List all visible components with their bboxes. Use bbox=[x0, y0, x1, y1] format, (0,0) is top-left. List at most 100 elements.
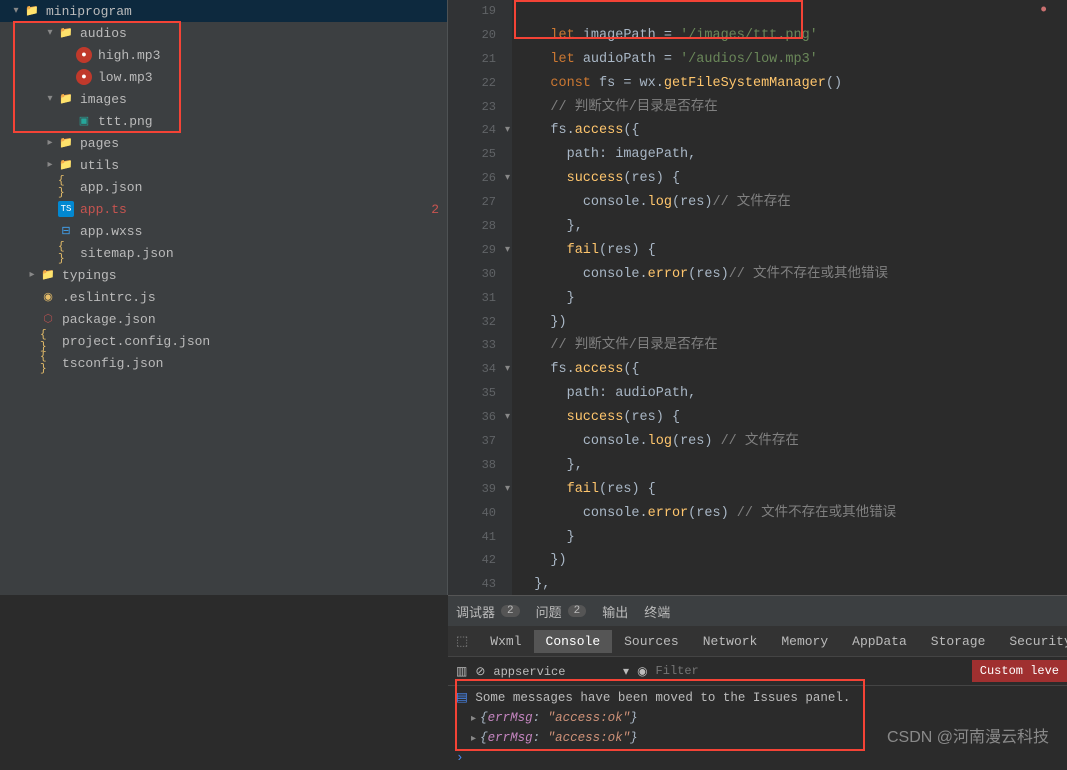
code-line[interactable]: fail(res) { bbox=[518, 478, 1067, 502]
tab-terminal[interactable]: 终端 bbox=[644, 602, 670, 621]
file-explorer[interactable]: ▾ 📁 miniprogram • ▾📁audios●high.mp3●low.… bbox=[0, 0, 448, 595]
tree-item[interactable]: ▸📁pages bbox=[0, 132, 447, 154]
tree-item[interactable]: ⬡package.json bbox=[0, 308, 447, 330]
tree-item[interactable]: ●high.mp3 bbox=[0, 44, 447, 66]
tree-item[interactable]: { } project.config.json bbox=[0, 330, 447, 352]
panel-tabbar[interactable]: 调试器2 问题2 输出 终端 bbox=[448, 596, 1067, 626]
clear-console-icon[interactable]: ⊘ bbox=[475, 664, 485, 679]
element-picker-icon[interactable]: ⬚ bbox=[456, 634, 468, 649]
folder-img-icon: 📁 bbox=[58, 91, 74, 107]
console-toolbar[interactable]: ▥ ⊘ appservice ▾ ◉ Custom leve bbox=[448, 656, 1067, 686]
img-icon: ▣ bbox=[76, 113, 92, 129]
code-line[interactable]: fail(res) { bbox=[518, 239, 1067, 263]
tree-item[interactable]: ▣ttt.png bbox=[0, 110, 447, 132]
json-icon: { } bbox=[58, 245, 74, 261]
tree-item[interactable]: ▸📁typings bbox=[0, 264, 447, 286]
tree-label: pages bbox=[80, 136, 119, 151]
code-line[interactable]: }, bbox=[518, 215, 1067, 239]
tree-item[interactable]: ⊟app.wxss bbox=[0, 220, 447, 242]
tree-label: app.ts bbox=[80, 202, 127, 217]
tab-output[interactable]: 输出 bbox=[602, 602, 628, 621]
expand-icon[interactable]: ▸ bbox=[471, 734, 476, 745]
code-line[interactable]: // 判断文件/目录是否存在 bbox=[518, 334, 1067, 358]
tree-label: miniprogram bbox=[46, 4, 132, 19]
code-line[interactable]: } bbox=[518, 526, 1067, 550]
code-line[interactable]: let audioPath = '/audios/low.mp3' bbox=[518, 48, 1067, 72]
ts-icon: TS bbox=[58, 201, 74, 217]
code-line[interactable] bbox=[518, 0, 1067, 24]
devtab-console[interactable]: Console bbox=[534, 630, 613, 653]
tree-label: tsconfig.json bbox=[62, 356, 163, 371]
mp3-icon: ● bbox=[76, 47, 92, 63]
tree-label: app.wxss bbox=[80, 224, 142, 239]
log-levels-button[interactable]: Custom leve bbox=[972, 660, 1067, 682]
code-line[interactable]: fs.access({ bbox=[518, 119, 1067, 143]
tab-debugger[interactable]: 调试器2 bbox=[456, 602, 520, 621]
devtab-wxml[interactable]: Wxml bbox=[478, 630, 533, 653]
code-line[interactable]: success(res) { bbox=[518, 406, 1067, 430]
code-line[interactable]: path: imagePath, bbox=[518, 143, 1067, 167]
devtab-sources[interactable]: Sources bbox=[612, 630, 691, 653]
tree-item[interactable]: { } sitemap.json bbox=[0, 242, 447, 264]
pkg-icon: ⬡ bbox=[40, 311, 56, 327]
tree-folder-root[interactable]: ▾ 📁 miniprogram • bbox=[0, 0, 447, 22]
code-line[interactable]: console.error(res) // 文件不存在或其他错误 bbox=[518, 502, 1067, 526]
code-line[interactable]: }) bbox=[518, 549, 1067, 573]
code-line[interactable]: } bbox=[518, 287, 1067, 311]
expand-icon[interactable]: ▸ bbox=[471, 714, 476, 725]
tree-label: audios bbox=[80, 26, 127, 41]
code-line[interactable]: path: audioPath, bbox=[518, 382, 1067, 406]
tree-label: utils bbox=[80, 158, 119, 173]
json-icon: { } bbox=[40, 333, 56, 349]
code-editor[interactable]: 192021222324▾2526▾272829▾3031323334▾3536… bbox=[448, 0, 1067, 595]
code-line[interactable]: }, bbox=[518, 573, 1067, 597]
tab-problems[interactable]: 问题2 bbox=[536, 602, 587, 621]
mp3-icon: ● bbox=[76, 69, 92, 85]
tree-item[interactable]: TSapp.ts2 bbox=[0, 198, 447, 220]
tree-item[interactable]: ▾📁audios bbox=[0, 22, 447, 44]
tree-label: sitemap.json bbox=[80, 246, 174, 261]
chevron-icon: ▾ bbox=[42, 93, 58, 105]
modified-dot-icon: • bbox=[1038, 1, 1049, 21]
devtools-tabs[interactable]: ⬚ WxmlConsoleSourcesNetworkMemoryAppData… bbox=[448, 626, 1067, 656]
devtab-network[interactable]: Network bbox=[691, 630, 770, 653]
chevron-down-icon: ▾ bbox=[8, 5, 24, 17]
tree-item[interactable]: ●low.mp3 bbox=[0, 66, 447, 88]
code-line[interactable]: const fs = wx.getFileSystemManager() bbox=[518, 72, 1067, 96]
tree-label: images bbox=[80, 92, 127, 107]
filter-input[interactable] bbox=[656, 664, 964, 678]
js-icon: ◉ bbox=[40, 289, 56, 305]
sidebar-toggle-icon[interactable]: ▥ bbox=[456, 664, 467, 679]
tree-item[interactable]: ▸📁utils bbox=[0, 154, 447, 176]
tree-item[interactable]: ◉ .eslintrc.js bbox=[0, 286, 447, 308]
code-line[interactable]: let imagePath = '/images/ttt.png' bbox=[518, 24, 1067, 48]
tree-item[interactable]: { }tsconfig.json bbox=[0, 352, 447, 374]
tree-label: project.config.json bbox=[62, 334, 210, 349]
code-line[interactable]: success(res) { bbox=[518, 167, 1067, 191]
code-line[interactable]: }) bbox=[518, 311, 1067, 335]
console-info: ▤ Some messages have been moved to the I… bbox=[456, 688, 1059, 708]
code-area[interactable]: let imagePath = '/images/ttt.png' let au… bbox=[512, 0, 1067, 595]
chevron-icon: ▾ bbox=[42, 27, 58, 39]
devtab-appdata[interactable]: AppData bbox=[840, 630, 919, 653]
code-line[interactable]: }, bbox=[518, 454, 1067, 478]
context-selector[interactable]: appservice ▾ bbox=[493, 664, 629, 679]
tree-label: .eslintrc.js bbox=[62, 290, 156, 305]
code-line[interactable]: console.log(res) // 文件存在 bbox=[518, 430, 1067, 454]
code-line[interactable]: // 判断文件/目录是否存在 bbox=[518, 96, 1067, 120]
folder-ts-icon: 📁 bbox=[40, 267, 56, 283]
devtab-memory[interactable]: Memory bbox=[769, 630, 840, 653]
tree-item[interactable]: ▾📁 images bbox=[0, 88, 447, 110]
code-line[interactable]: console.log(res)// 文件存在 bbox=[518, 191, 1067, 215]
console-prompt[interactable]: › bbox=[456, 748, 1059, 768]
devtab-storage[interactable]: Storage bbox=[919, 630, 998, 653]
chevron-icon: ▸ bbox=[42, 137, 58, 149]
chevron-icon: ▸ bbox=[24, 269, 40, 281]
folder-icon: 📁 bbox=[58, 157, 74, 173]
tree-item[interactable]: { }app.json bbox=[0, 176, 447, 198]
eye-icon[interactable]: ◉ bbox=[637, 664, 647, 679]
code-line[interactable]: fs.access({ bbox=[518, 358, 1067, 382]
watermark: CSDN @河南漫云科技 bbox=[887, 723, 1049, 747]
code-line[interactable]: console.error(res)// 文件不存在或其他错误 bbox=[518, 263, 1067, 287]
devtab-security[interactable]: Security bbox=[997, 630, 1067, 653]
